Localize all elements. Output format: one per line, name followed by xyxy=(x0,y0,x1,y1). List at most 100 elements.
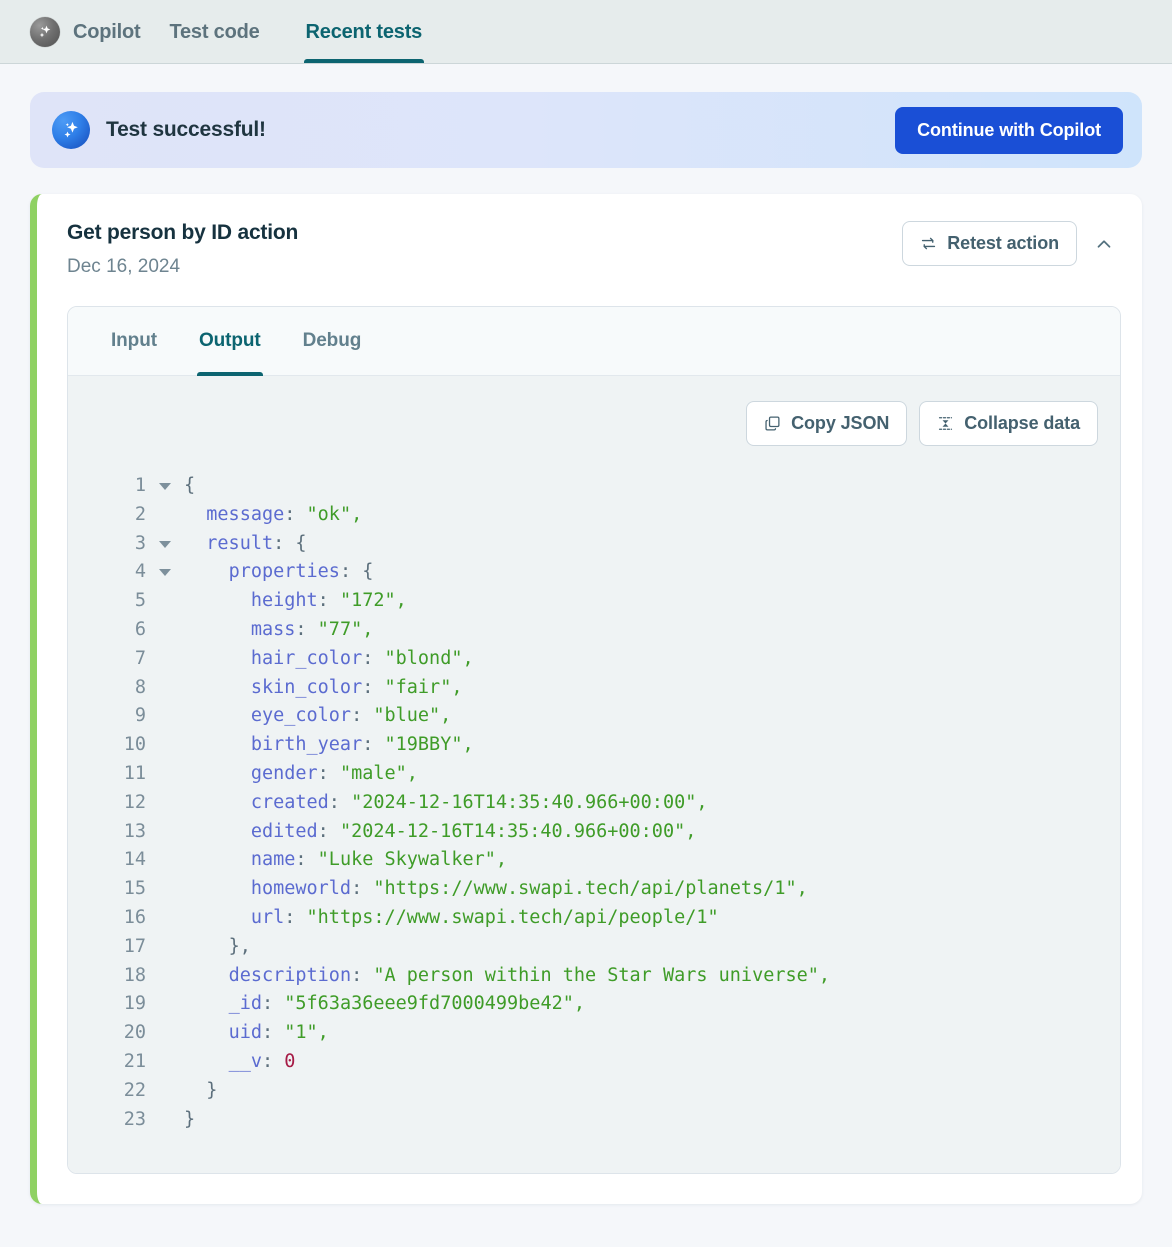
code-text: skin_color: "fair", xyxy=(184,674,462,703)
line-number: 4 xyxy=(90,558,146,587)
code-text: } xyxy=(184,1106,195,1135)
code-line: 22 } xyxy=(90,1077,1098,1106)
code-line: 11 gender: "male", xyxy=(90,760,1098,789)
code-line: 8 skin_color: "fair", xyxy=(90,674,1098,703)
test-date: Dec 16, 2024 xyxy=(67,256,298,278)
code-line: 13 edited: "2024-12-16T14:35:40.966+00:0… xyxy=(90,818,1098,847)
line-number: 20 xyxy=(90,1019,146,1048)
json-value: "2024-12-16T14:35:40.966+00:00", xyxy=(340,821,696,842)
json-colon: : xyxy=(362,648,384,669)
json-value: "ok", xyxy=(307,504,363,525)
collapse-data-label: Collapse data xyxy=(964,413,1080,434)
line-number: 9 xyxy=(90,702,146,731)
json-key: message xyxy=(206,504,284,525)
io-panel: Input Output Debug Copy JSON xyxy=(67,306,1121,1174)
retest-action-label: Retest action xyxy=(947,233,1059,254)
json-key: height xyxy=(251,590,318,611)
fold-spacer xyxy=(146,587,184,598)
page-title: Get person by ID action xyxy=(67,221,298,245)
code-line: 9 eye_color: "blue", xyxy=(90,702,1098,731)
json-value: "fair", xyxy=(385,677,463,698)
code-line: 4 properties: { xyxy=(90,558,1098,587)
collapse-data-button[interactable]: Collapse data xyxy=(919,401,1098,446)
code-text: }, xyxy=(184,933,251,962)
code-text: hair_color: "blond", xyxy=(184,645,474,674)
json-value: "Luke Skywalker", xyxy=(318,849,507,870)
json-value: { xyxy=(184,475,195,496)
tab-debug[interactable]: Debug xyxy=(282,307,383,376)
code-text: message: "ok", xyxy=(184,501,362,530)
io-tab-bar: Input Output Debug xyxy=(68,307,1120,376)
sparkle-icon xyxy=(52,111,90,149)
code-line: 20 uid: "1", xyxy=(90,1019,1098,1048)
top-navigation: Copilot Test code Recent tests xyxy=(0,0,1172,64)
code-line: 3 result: { xyxy=(90,530,1098,559)
banner-message-group: Test successful! xyxy=(52,111,266,149)
copy-json-button[interactable]: Copy JSON xyxy=(746,401,907,446)
test-success-banner: Test successful! Continue with Copilot xyxy=(30,92,1142,168)
fold-spacer xyxy=(146,818,184,829)
fold-spacer xyxy=(146,731,184,742)
code-text: uid: "1", xyxy=(184,1019,329,1048)
json-colon: : xyxy=(262,1022,284,1043)
json-colon: : xyxy=(351,965,373,986)
json-value: "male", xyxy=(340,763,418,784)
code-line: 21 __v: 0 xyxy=(90,1048,1098,1077)
fold-spacer xyxy=(146,962,184,973)
json-value: "19BBY", xyxy=(385,734,474,755)
code-line: 10 birth_year: "19BBY", xyxy=(90,731,1098,760)
nav-brand-label: Copilot xyxy=(73,21,140,44)
nav-brand-copilot[interactable]: Copilot xyxy=(30,0,146,64)
code-text: { xyxy=(184,472,195,501)
tab-output[interactable]: Output xyxy=(178,307,282,376)
json-key: properties xyxy=(229,561,340,582)
line-number: 5 xyxy=(90,587,146,616)
tab-recent-tests[interactable]: Recent tests xyxy=(283,0,446,64)
fold-spacer xyxy=(146,1048,184,1059)
line-number: 7 xyxy=(90,645,146,674)
json-key: mass xyxy=(251,619,296,640)
json-key: homeworld xyxy=(251,878,351,899)
copy-icon xyxy=(764,415,781,432)
fold-toggle-icon[interactable] xyxy=(146,558,184,576)
json-key: _id xyxy=(229,993,262,1014)
fold-spacer xyxy=(146,760,184,771)
code-line: 7 hair_color: "blond", xyxy=(90,645,1098,674)
line-number: 23 xyxy=(90,1106,146,1135)
fold-spacer xyxy=(146,789,184,800)
tab-test-code[interactable]: Test code xyxy=(146,0,282,64)
code-text: } xyxy=(184,1077,217,1106)
json-value: "blue", xyxy=(373,705,451,726)
code-text: name: "Luke Skywalker", xyxy=(184,846,507,875)
collapse-card-button[interactable] xyxy=(1087,227,1121,261)
tab-recent-tests-label: Recent tests xyxy=(306,21,423,44)
code-text: description: "A person within the Star W… xyxy=(184,962,830,991)
json-value: "77", xyxy=(318,619,374,640)
collapse-data-icon xyxy=(937,415,954,432)
fold-spacer xyxy=(146,645,184,656)
tab-input[interactable]: Input xyxy=(90,307,178,376)
fold-toggle-icon[interactable] xyxy=(146,472,184,490)
json-colon: : xyxy=(284,504,306,525)
json-key: skin_color xyxy=(251,677,362,698)
line-number: 13 xyxy=(90,818,146,847)
continue-with-copilot-button[interactable]: Continue with Copilot xyxy=(895,107,1123,154)
json-key: result xyxy=(206,533,273,554)
line-number: 12 xyxy=(90,789,146,818)
code-line: 1{ xyxy=(90,472,1098,501)
json-code-viewer[interactable]: 1{2 message: "ok",3 result: {4 propertie… xyxy=(90,472,1098,1134)
code-line: 23} xyxy=(90,1106,1098,1135)
json-value: }, xyxy=(229,936,251,957)
json-colon: : xyxy=(318,590,340,611)
json-key: name xyxy=(251,849,296,870)
json-value: "blond", xyxy=(385,648,474,669)
fold-toggle-icon[interactable] xyxy=(146,530,184,548)
line-number: 2 xyxy=(90,501,146,530)
card-header-text: Get person by ID action Dec 16, 2024 xyxy=(67,221,298,278)
json-value: "5f63a36eee9fd7000499be42", xyxy=(284,993,585,1014)
json-colon: : xyxy=(295,619,317,640)
line-number: 1 xyxy=(90,472,146,501)
retest-action-button[interactable]: Retest action xyxy=(902,221,1077,266)
json-colon: : xyxy=(329,792,351,813)
line-number: 14 xyxy=(90,846,146,875)
